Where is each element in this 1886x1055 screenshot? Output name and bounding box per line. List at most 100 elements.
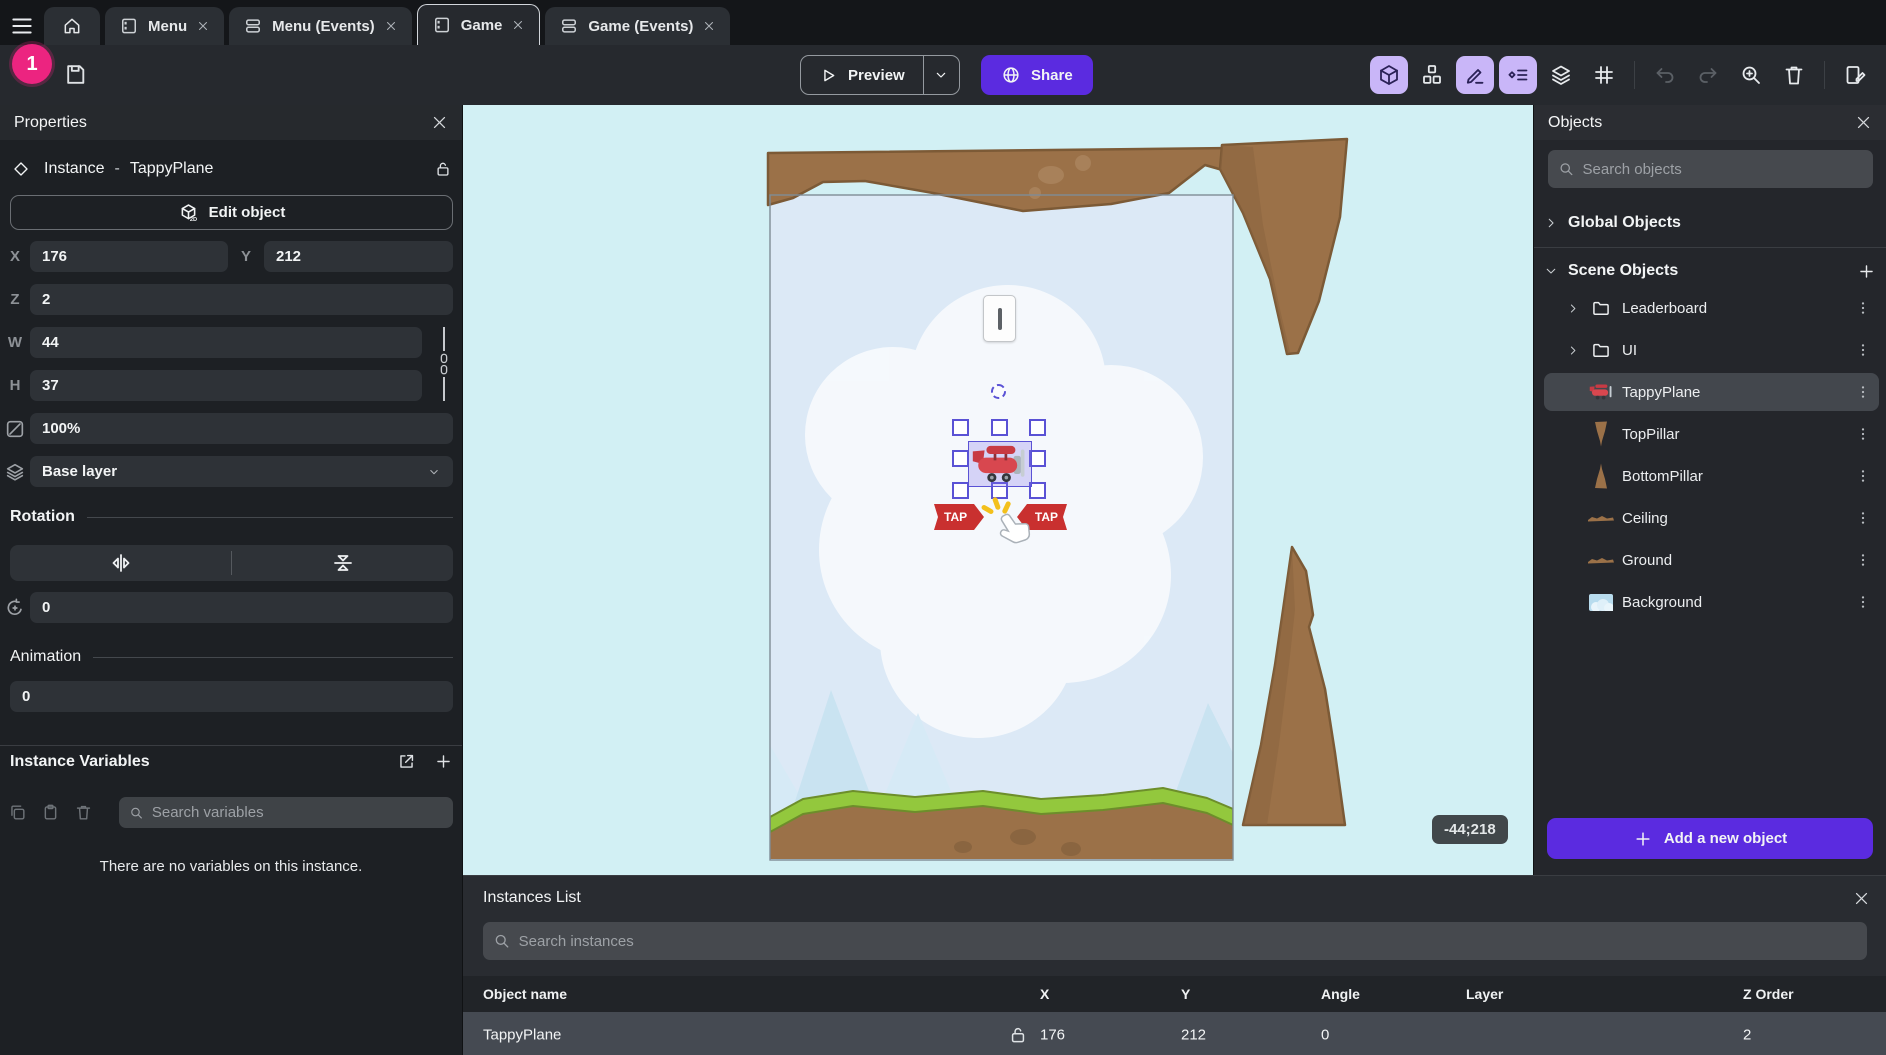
selection-handle-nw[interactable]: [952, 419, 969, 436]
flip-vertical-button[interactable]: [232, 545, 453, 581]
add-object-plus-icon[interactable]: [1857, 262, 1876, 281]
object-label: Ground: [1622, 552, 1672, 569]
kebab-menu-icon[interactable]: [1855, 384, 1871, 400]
open-in-new-icon[interactable]: [397, 752, 416, 771]
global-objects-group[interactable]: Global Objects: [1534, 205, 1886, 241]
undo-icon[interactable]: [1646, 56, 1684, 94]
edit-scene-properties-icon[interactable]: [1836, 56, 1874, 94]
share-button[interactable]: Share: [981, 55, 1093, 95]
rotation-handle[interactable]: [991, 384, 1006, 399]
redo-icon[interactable]: [1689, 56, 1727, 94]
top-pillar[interactable]: [1220, 139, 1347, 354]
z-field[interactable]: [30, 284, 453, 315]
tap-label: TAP: [1035, 510, 1058, 524]
flip-horizontal-button[interactable]: [10, 545, 231, 581]
scene-objects-group[interactable]: Scene Objects: [1534, 253, 1886, 289]
chevron-down-icon: [1544, 264, 1558, 278]
grid-icon[interactable]: [1585, 56, 1623, 94]
search-instances-input[interactable]: [519, 933, 1857, 950]
close-properties-icon[interactable]: [431, 114, 448, 131]
object-row-ground[interactable]: Ground: [1544, 541, 1879, 579]
section-divider: [0, 745, 462, 746]
close-tab-icon[interactable]: [702, 19, 716, 33]
preview-options-button[interactable]: [923, 56, 959, 94]
kebab-menu-icon[interactable]: [1855, 300, 1871, 316]
kebab-menu-icon[interactable]: [1855, 468, 1871, 484]
tab-menu-scene[interactable]: Menu: [105, 7, 224, 45]
animation-field[interactable]: [10, 681, 453, 712]
kebab-menu-icon[interactable]: [1855, 426, 1871, 442]
kebab-menu-icon[interactable]: [1855, 594, 1871, 610]
kebab-menu-icon[interactable]: [1855, 342, 1871, 358]
link-width-height-toggle[interactable]: [432, 327, 456, 401]
close-tab-icon[interactable]: [511, 18, 525, 32]
instance-properties-icon[interactable]: [1499, 56, 1537, 94]
tap-label: TAP: [944, 510, 967, 524]
add-variable-icon[interactable]: [434, 752, 453, 771]
plane-sprite: [971, 443, 1029, 485]
paste-icon[interactable]: [41, 803, 60, 822]
preview-button[interactable]: Preview: [801, 56, 923, 94]
zoom-in-icon[interactable]: [1732, 56, 1770, 94]
selection-handle-sw[interactable]: [952, 482, 969, 499]
x-field[interactable]: [30, 241, 228, 272]
edit-mode-pencil-icon[interactable]: [1456, 56, 1494, 94]
trash-icon[interactable]: [74, 803, 93, 822]
close-tab-icon[interactable]: [196, 19, 210, 33]
layer-select[interactable]: Base layer: [30, 456, 453, 487]
search-objects-input[interactable]: [1583, 161, 1863, 178]
search-variables-input[interactable]: [152, 804, 443, 821]
object-row-background[interactable]: Background: [1544, 583, 1879, 621]
y-field[interactable]: [264, 241, 453, 272]
chevron-down-icon: [427, 465, 441, 479]
ground[interactable]: [770, 788, 1233, 859]
flip-controls: [10, 545, 453, 581]
objects-blocks-icon[interactable]: [1413, 56, 1451, 94]
tab-menu-events[interactable]: Menu (Events): [229, 7, 412, 45]
divider: [1534, 247, 1886, 248]
object-row-ui[interactable]: UI: [1544, 331, 1879, 369]
height-field[interactable]: [30, 370, 422, 401]
selection-handle-n[interactable]: [991, 419, 1008, 436]
close-objects-icon[interactable]: [1855, 114, 1872, 131]
global-objects-label: Global Objects: [1568, 214, 1681, 232]
copy-icon[interactable]: [8, 803, 27, 822]
width-field[interactable]: [30, 327, 422, 358]
object-row-tappyplane[interactable]: TappyPlane: [1544, 373, 1879, 411]
opacity-field[interactable]: [30, 413, 453, 444]
tappyplane-instance[interactable]: [968, 441, 1032, 487]
plane-icon: [1589, 383, 1613, 401]
instance-name-label: TappyPlane: [130, 160, 214, 178]
close-tab-icon[interactable]: [384, 19, 398, 33]
instance-row-tappyplane[interactable]: TappyPlane 176 212 0 2: [463, 1012, 1886, 1055]
tab-home[interactable]: [44, 7, 100, 45]
selection-handle-ne[interactable]: [1029, 419, 1046, 436]
selection-handle-w[interactable]: [952, 450, 969, 467]
scene-canvas[interactable]: TAP TAP -44;218: [463, 105, 1533, 875]
share-label: Share: [1031, 67, 1073, 84]
no-variables-message: There are no variables on this instance.: [0, 858, 462, 875]
layers-icon[interactable]: [1542, 56, 1580, 94]
lock-open-icon[interactable]: [1008, 1025, 1028, 1045]
add-new-object-button[interactable]: Add a new object: [1547, 818, 1873, 859]
delete-trash-icon[interactable]: [1775, 56, 1813, 94]
bottom-pillar[interactable]: [1243, 547, 1345, 825]
object-row-leaderboard[interactable]: Leaderboard: [1544, 289, 1879, 327]
lock-open-icon[interactable]: [434, 160, 452, 178]
tab-game-events[interactable]: Game (Events): [545, 7, 730, 45]
object-row-ceiling[interactable]: Ceiling: [1544, 499, 1879, 537]
tab-game-scene[interactable]: Game: [417, 4, 541, 45]
toggle-3d-view-icon[interactable]: [1370, 56, 1408, 94]
edit-object-button[interactable]: 2D Edit object: [10, 195, 453, 230]
search-variables-box: [119, 797, 453, 828]
close-instances-icon[interactable]: [1853, 890, 1870, 907]
rotation-field[interactable]: [30, 592, 453, 623]
kebab-menu-icon[interactable]: [1855, 552, 1871, 568]
object-row-toppillar[interactable]: TopPillar: [1544, 415, 1879, 453]
object-row-bottompillar[interactable]: BottomPillar: [1544, 457, 1879, 495]
properties-panel-title: Properties: [14, 114, 87, 132]
main-menu-icon[interactable]: [0, 7, 44, 45]
save-icon[interactable]: [58, 57, 92, 91]
flip-vertical-icon: [331, 551, 355, 575]
kebab-menu-icon[interactable]: [1855, 510, 1871, 526]
